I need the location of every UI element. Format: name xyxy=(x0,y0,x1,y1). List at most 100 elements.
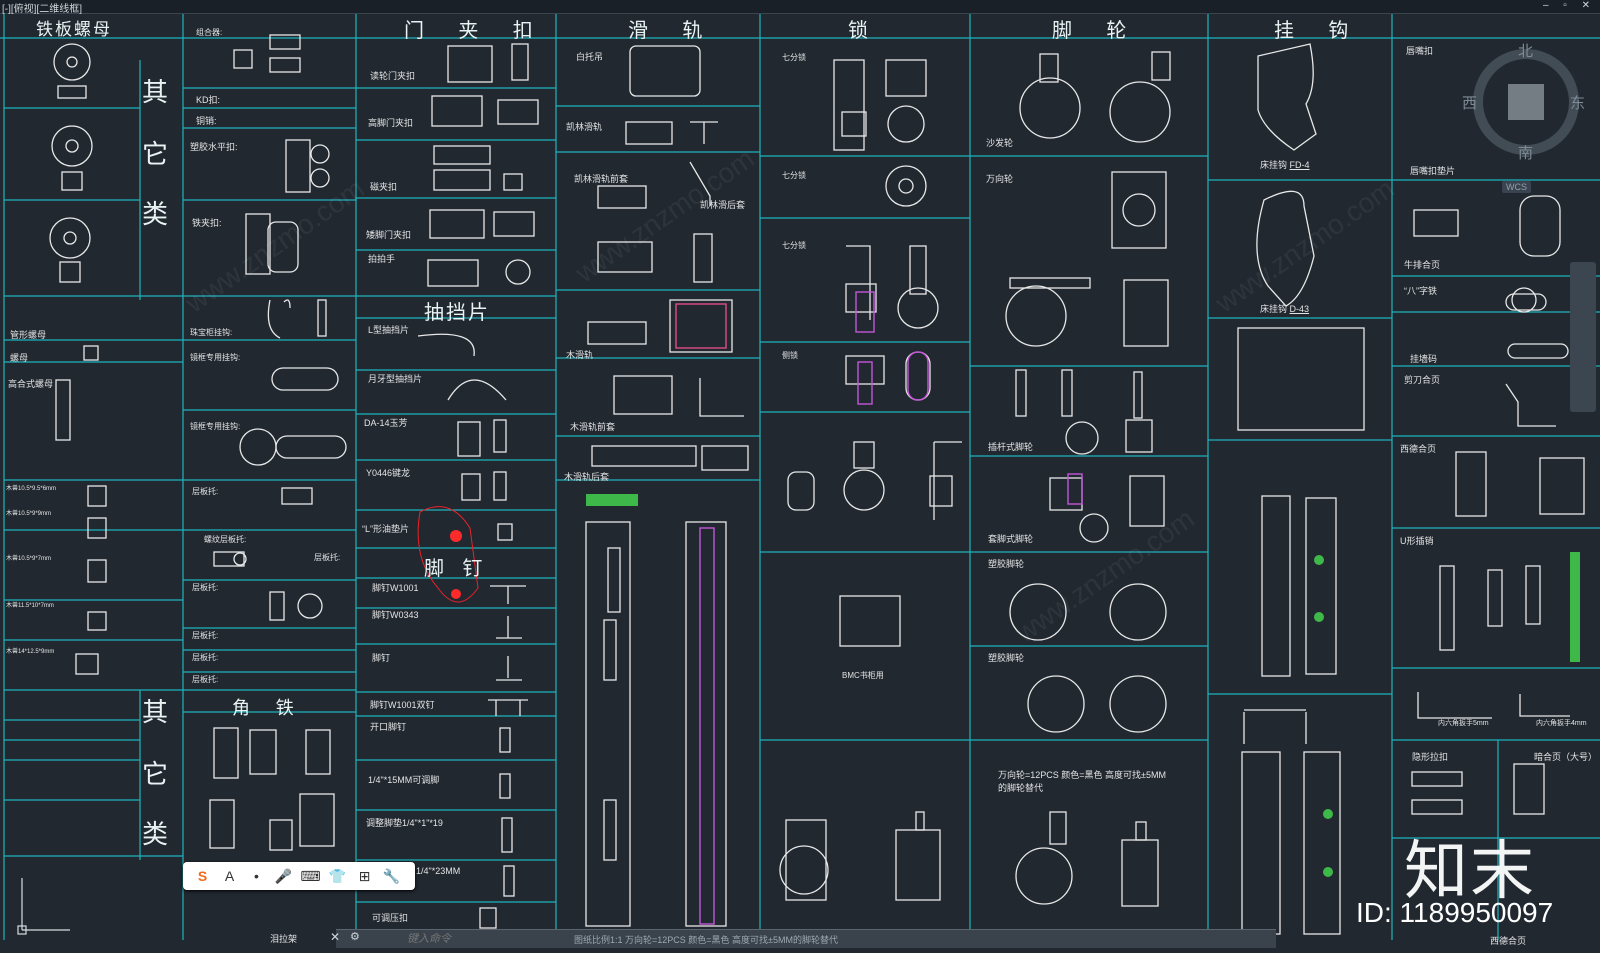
label-bmc: BMC书柜用 xyxy=(842,671,884,680)
label-scissor-hinge: 剪刀合页 xyxy=(1404,375,1441,385)
label-shelf-6: 层板托: xyxy=(192,675,219,684)
label-read-clip: 读轮门夹扣 xyxy=(370,71,416,81)
header-nail: 脚 钉 xyxy=(424,556,489,580)
label-press: 可调压扣 xyxy=(372,913,409,923)
grid-lines xyxy=(0,14,1600,940)
label-iron-clip: 铁夹扣: xyxy=(192,218,222,228)
label-shelf-2: 层板托: xyxy=(314,553,341,562)
label-shelf-5: 层板托: xyxy=(192,653,219,662)
label-nut: 螺母 xyxy=(10,353,29,363)
header-nut: 铁板螺母 xyxy=(36,20,112,40)
label-nail-2: 脚钉W0343 xyxy=(372,610,419,620)
bed-hook-1-text: 床挂钩 xyxy=(1260,160,1288,170)
vertical-text-1: 其 xyxy=(142,78,169,108)
label-mirror-hook-2: 镜框专用挂钩: xyxy=(190,422,241,431)
label-wood-3: 木兽10.5*9*7mm xyxy=(6,556,52,562)
label-shelf-3: 层板托: xyxy=(192,583,219,592)
label-hidden-clip: 隐形拉扣 xyxy=(1412,752,1449,762)
label-wood-1: 木兽10.5*9.5*6mm xyxy=(6,486,57,492)
label-sofa-caster: 沙发轮 xyxy=(986,138,1014,148)
label-level-clip: 塑胶水平扣: xyxy=(190,142,238,152)
header-door-clip: 门 夹 扣 xyxy=(404,18,547,42)
navigation-bar[interactable] xyxy=(1570,262,1596,412)
floating-toolbar: S A • 🎤 ⌨ 👕 ⊞ 🔧 xyxy=(183,862,415,890)
text-icon[interactable]: A xyxy=(216,864,243,888)
vertical-text-5: 它 xyxy=(142,760,169,790)
sogou-logo-icon[interactable]: S xyxy=(189,864,216,888)
bed-hook-2-code: D-43 xyxy=(1289,304,1310,314)
apps-grid-icon[interactable]: ⊞ xyxy=(351,864,378,888)
label-bed-hook-1: 床挂钩 FD-4 xyxy=(1260,158,1310,171)
label-west-hinge-2: 西德合页 xyxy=(1490,936,1527,946)
label-y0446: Y0446键龙 xyxy=(366,468,411,478)
label-hanger: 白托吊 xyxy=(576,52,604,62)
keyboard-icon[interactable]: ⌨ xyxy=(297,864,324,888)
label-lock7-a: 七分锁 xyxy=(782,53,806,62)
label-west-hinge: 西德合页 xyxy=(1400,444,1437,454)
label-kl-front: 凯林滑轨前套 xyxy=(574,174,629,184)
label-shelf-4: 层板托: xyxy=(192,631,219,640)
label-wood-front: 木滑轨前套 xyxy=(570,422,616,432)
accent-parts xyxy=(675,291,1083,925)
header-hook: 挂 钩 xyxy=(1274,18,1363,42)
label-wood-rail: 木滑轨 xyxy=(566,350,594,360)
compass-north[interactable]: 北 xyxy=(1518,40,1533,61)
label-dark-hinge: 暗合页（大号） xyxy=(1534,752,1598,762)
microphone-icon[interactable]: 🎤 xyxy=(270,864,297,888)
ucs-axis-icon xyxy=(17,878,70,935)
tools-icon[interactable]: 🔧 xyxy=(378,864,405,888)
label-pull: 拍拍手 xyxy=(368,254,396,264)
compass-south[interactable]: 南 xyxy=(1518,142,1533,163)
command-input[interactable] xyxy=(405,932,569,946)
close-icon[interactable]: ✕ xyxy=(330,930,340,944)
punctuation-icon[interactable]: • xyxy=(243,864,270,888)
label-plastic-caster-2: 塑胶脚轮 xyxy=(988,653,1025,663)
vertical-text-4: 其 xyxy=(142,698,169,728)
header-caster: 脚 轮 xyxy=(1052,18,1141,42)
label-adj-3: 1/4"*23MM xyxy=(416,866,461,876)
compass-east[interactable]: 东 xyxy=(1570,92,1585,113)
label-lip-clip: 唇嘴扣 xyxy=(1406,46,1434,56)
compass-west[interactable]: 西 xyxy=(1462,92,1477,113)
label-bed-hook-2: 床挂钩 D-43 xyxy=(1260,302,1309,315)
label-wall-code: 挂墙码 xyxy=(1410,354,1438,364)
label-da14: DA-14玉芳 xyxy=(364,418,408,428)
label-wood-back: 木滑轨后套 xyxy=(564,472,610,482)
label-sleeve-caster: 套脚式脚轮 xyxy=(988,534,1034,544)
label-high-clip: 高脚门夹扣 xyxy=(368,118,414,128)
label-moon-stop: 月牙型抽挡片 xyxy=(368,374,423,384)
wcs-menu-button[interactable]: WCS xyxy=(1502,181,1531,193)
label-wood-2: 木兽10.5*9*9mm xyxy=(6,511,52,517)
label-swivel-caster: 万向轮 xyxy=(986,174,1014,184)
vertical-text-6: 类 xyxy=(142,820,169,850)
label-wood-5: 木兽14*12.5*9mm xyxy=(6,649,55,655)
label-u-pin: U形插销 xyxy=(1400,536,1434,546)
label-side-lock: 侧锁 xyxy=(782,351,798,360)
viewport-titlebar: [-][俯视][二维线框] – ▫ ✕ xyxy=(0,0,1600,15)
header-rail: 滑 轨 xyxy=(628,18,717,42)
label-cow-hinge: 牛排合页 xyxy=(1404,260,1441,270)
label-combiner: 组合器: xyxy=(196,28,223,37)
label-kd: KD扣: xyxy=(196,95,221,105)
label-hex-4: 内六角扳手4mm xyxy=(1536,720,1587,727)
header-drawer-stop: 抽挡片 xyxy=(424,300,490,324)
cad-drawing-canvas[interactable] xyxy=(0,13,1600,941)
label-jewel-hook: 珠宝柜挂钩: xyxy=(190,328,233,337)
label-tube-nut: 管形螺母 xyxy=(10,330,47,340)
label-kl-rail: 凯林滑轨 xyxy=(566,122,603,132)
label-nail-4: 脚钉W1001双钉 xyxy=(370,700,435,710)
command-status-text: 图纸比例1:1 万向轮=12PCS 颜色=黑色 高度可找±5MM的脚轮替代 xyxy=(574,935,838,945)
window-controls[interactable]: – ▫ ✕ xyxy=(1543,0,1596,11)
label-high-nut: 高合式螺母 xyxy=(8,379,54,389)
label-adj-1: 1/4"*15MM可调脚 xyxy=(368,775,440,785)
part-sketches xyxy=(49,34,1585,935)
wrench-icon[interactable]: ⚙ xyxy=(350,930,360,943)
bed-hook-1-code: FD-4 xyxy=(1289,160,1310,170)
label-shelf-screw: 螺纹层板托: xyxy=(204,535,247,544)
label-lock7-c: 七分锁 xyxy=(782,241,806,250)
label-mag-clip: 磁夹扣 xyxy=(370,182,398,192)
skin-icon[interactable]: 👕 xyxy=(324,864,351,888)
vertical-text-3: 类 xyxy=(142,200,169,230)
viewcube-compass[interactable]: 北 南 西 东 xyxy=(1462,43,1585,163)
label-short-clip: 矮脚门夹扣 xyxy=(366,230,412,240)
